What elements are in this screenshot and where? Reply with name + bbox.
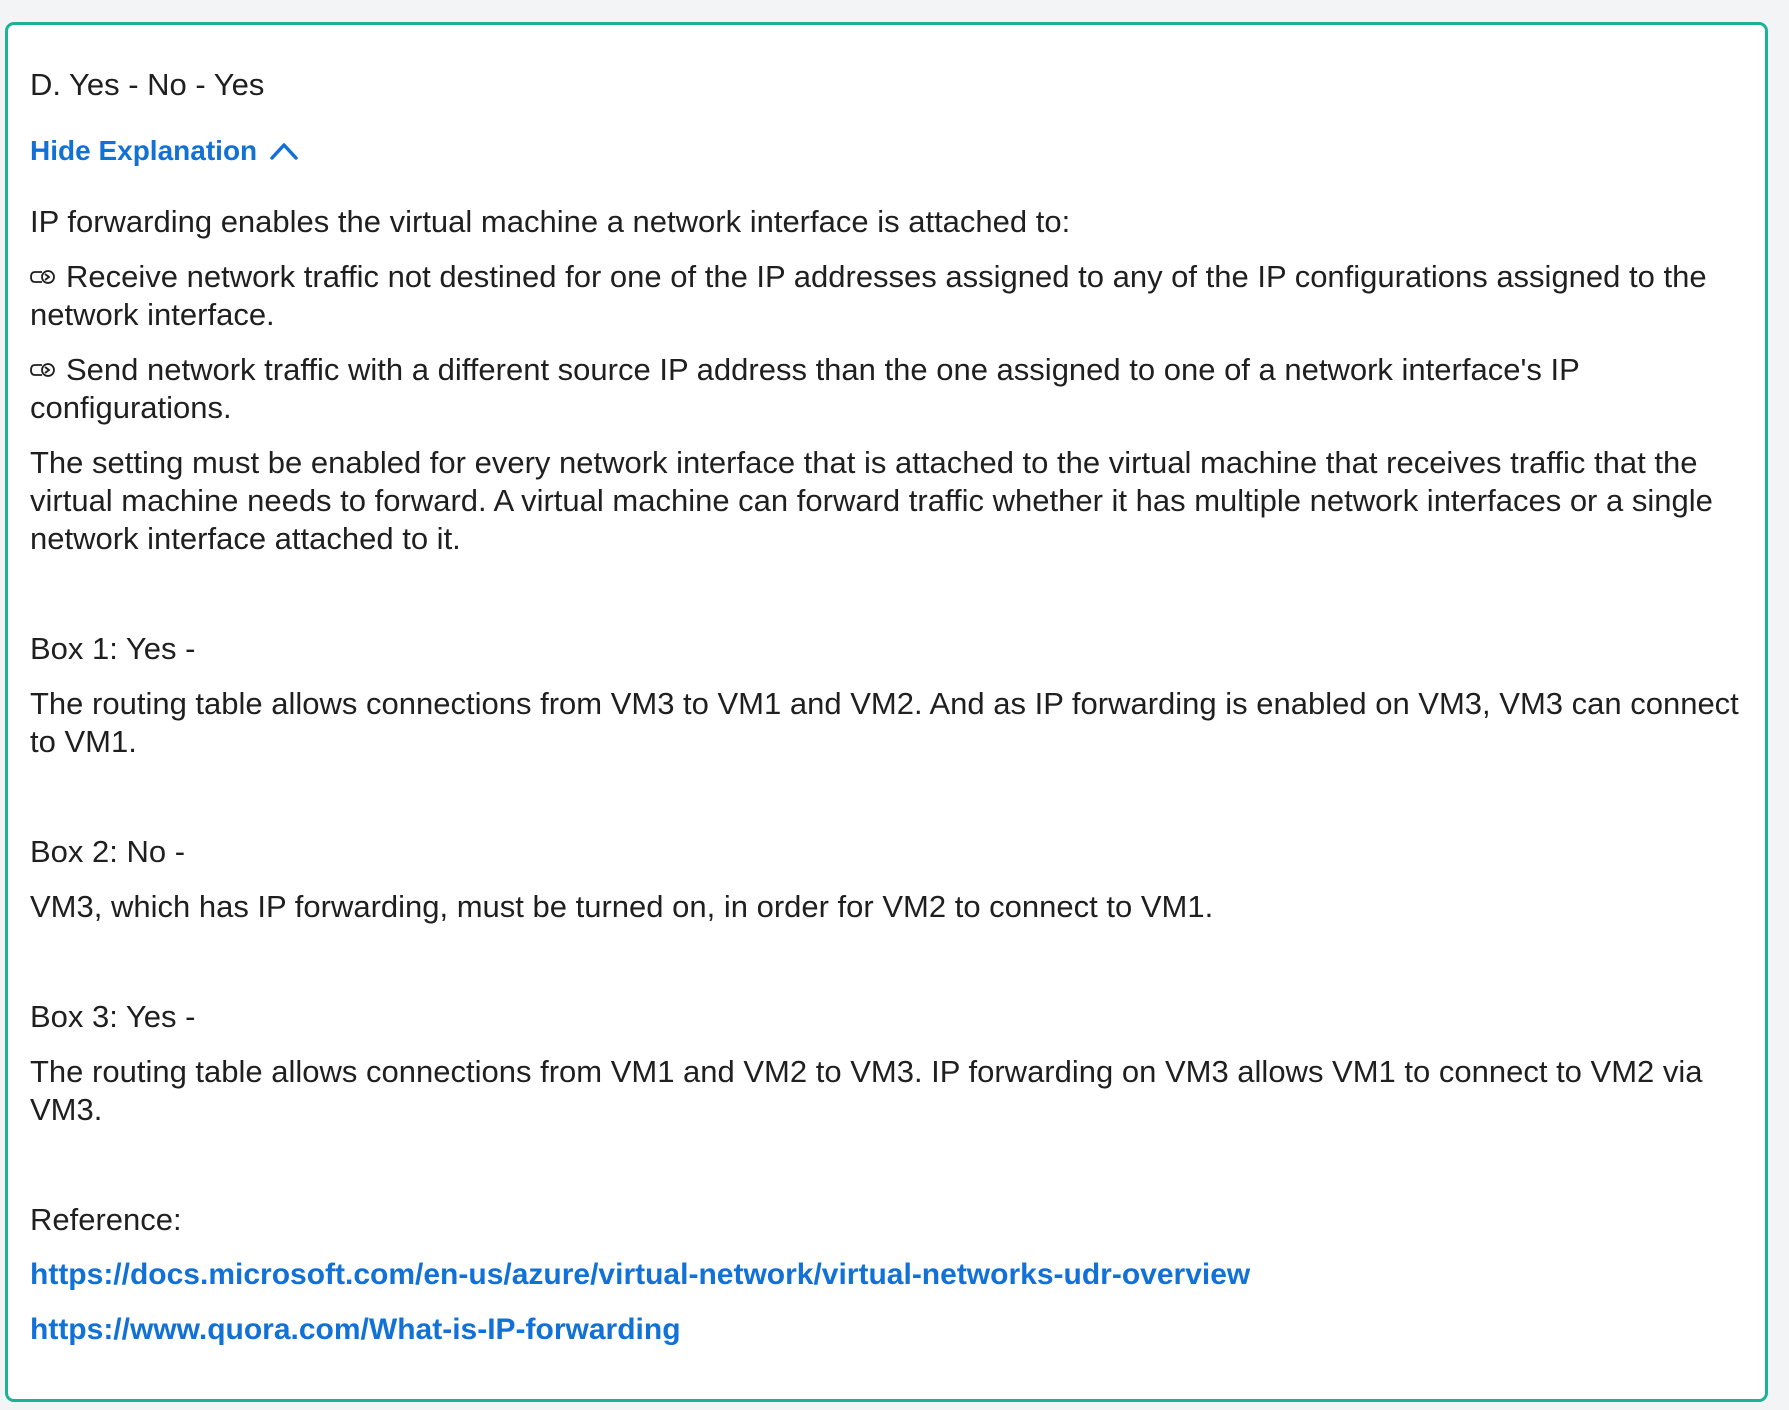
hide-explanation-button[interactable]: Hide Explanation — [30, 133, 299, 169]
answer-option: D. Yes - No - Yes — [30, 67, 265, 102]
explanation-card: D. Yes - No - Yes Hide Explanation IP fo… — [5, 22, 1768, 1402]
explanation-bullet-text: Send network traffic with a different so… — [30, 352, 1580, 425]
setting-note: The setting must be enabled for every ne… — [30, 445, 1713, 556]
box-2-heading: Box 2: No - — [30, 834, 186, 869]
arrow-bullet-icon — [30, 362, 55, 377]
box-2-text: VM3, which has IP forwarding, must be tu… — [30, 889, 1214, 924]
box-1-heading: Box 1: Yes - — [30, 631, 196, 666]
explanation-bullet: Receive network traffic not destined for… — [30, 258, 1745, 334]
hide-explanation-label: Hide Explanation — [30, 135, 258, 166]
explanation-bullet: Send network traffic with a different so… — [30, 351, 1745, 427]
reference-label: Reference: — [30, 1202, 182, 1237]
arrow-bullet-icon — [30, 269, 55, 284]
reference-link-microsoft[interactable]: https://docs.microsoft.com/en-us/azure/v… — [30, 1256, 1745, 1294]
explanation-intro: IP forwarding enables the virtual machin… — [30, 204, 1071, 239]
explanation-bullet-text: Receive network traffic not destined for… — [30, 259, 1707, 332]
reference-link-quora[interactable]: https://www.quora.com/What-is-IP-forward… — [30, 1311, 1745, 1349]
box-3-heading: Box 3: Yes - — [30, 999, 196, 1034]
box-3-text: The routing table allows connections fro… — [30, 1054, 1703, 1127]
chevron-up-icon — [270, 143, 298, 160]
box-1-text: The routing table allows connections fro… — [30, 686, 1739, 759]
